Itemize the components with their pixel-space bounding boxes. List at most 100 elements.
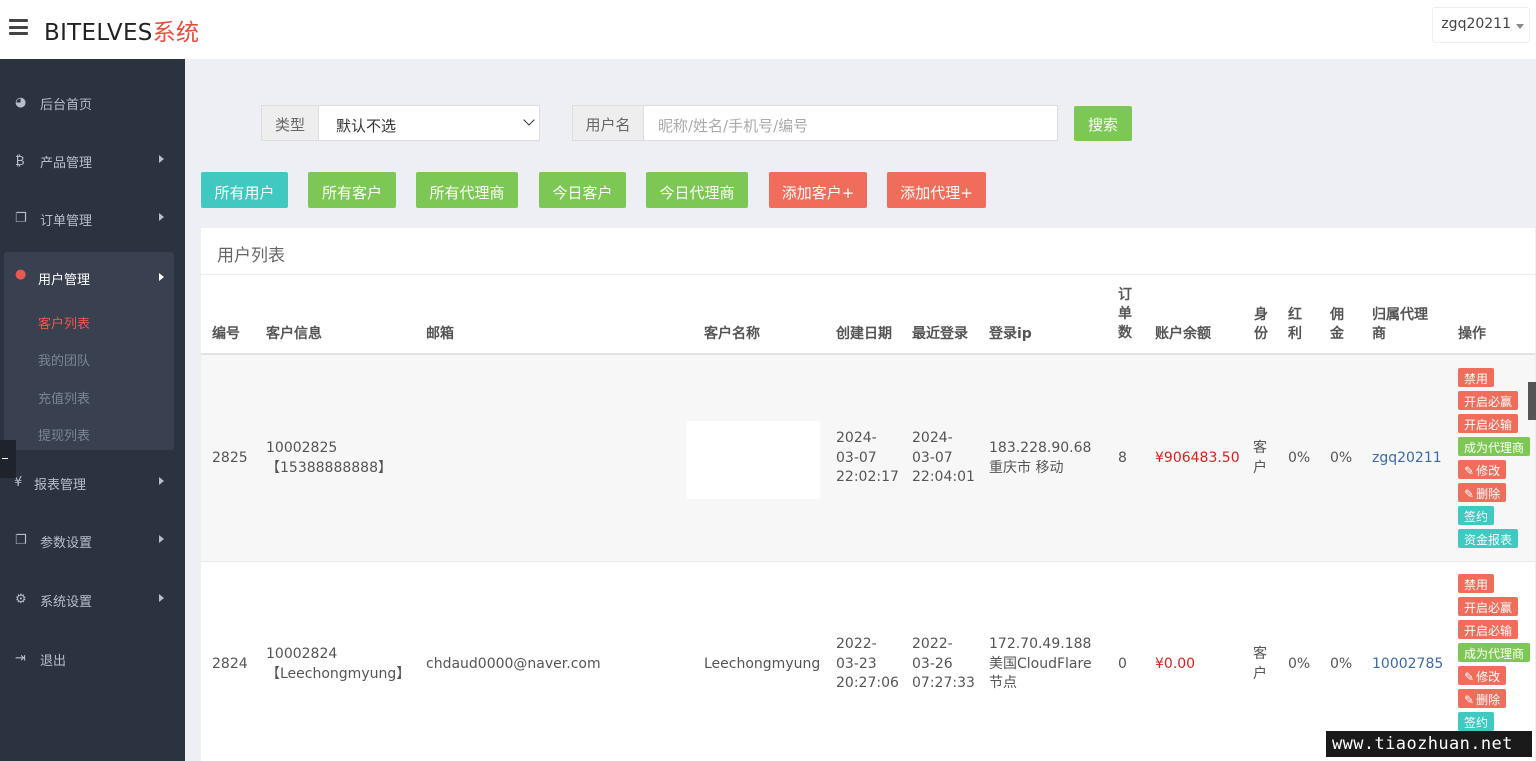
dashboard-icon: ◕ [15, 95, 27, 110]
hamburger-menu-icon[interactable] [9, 19, 28, 35]
sidebar-item-label: 退出 [40, 654, 67, 669]
sidebar-item-dashboard[interactable]: ◕ 后台首页 [0, 83, 185, 123]
cell-last-login: 2024- 03-07 22:04:01 [912, 430, 975, 485]
filter-today-agents-button[interactable]: 今日代理商 [646, 172, 748, 208]
filter-today-customers-button[interactable]: 今日客户 [539, 172, 626, 208]
sidebar-item-logout[interactable]: ⇥ 退出 [0, 639, 185, 679]
cell-info: 10002824 【Leechongmyung】 [266, 646, 411, 682]
search-button[interactable]: 搜索 [1074, 106, 1132, 141]
sidebar-item-params[interactable]: ❐ 参数设置 [0, 521, 185, 561]
bitcoin-icon: ₿ [15, 154, 25, 169]
avatar [686, 421, 820, 499]
col-header-last-login: 最近登录 [912, 326, 968, 342]
yen-icon: ¥ [14, 475, 23, 490]
caret-right-icon [159, 535, 164, 543]
caret-right-icon [159, 155, 164, 163]
user-dropdown[interactable]: zgq20211 [1432, 7, 1530, 43]
type-select[interactable]: 默认不选 [319, 105, 540, 141]
username-search-input[interactable]: 昵称/姓名/手机号/编号 [644, 105, 1058, 141]
pencil-icon: ✎ [1464, 693, 1475, 707]
edit-button[interactable]: ✎ 修改 [1458, 460, 1507, 479]
user-list-panel: 用户列表 编号 客户信息 邮箱 客户名称 创建日期 最近登录 登录ip 订 单 … [201, 228, 1535, 761]
edit-label: 修改 [1476, 670, 1501, 684]
brand-logo: BITELVES系统 [44, 13, 199, 47]
sidebar-item-reports[interactable]: ¥ 报表管理 [0, 463, 185, 503]
cell-agent-link[interactable]: 10002785 [1372, 655, 1443, 675]
caret-right-icon [159, 477, 164, 485]
sidebar-item-products[interactable]: ₿ 产品管理 [0, 141, 185, 181]
brand-suffix: 系统 [152, 20, 200, 46]
cell-bonus: 0% [1288, 656, 1311, 672]
sidebar-item-system[interactable]: ⚙ 系统设置 [0, 580, 185, 620]
cell-id: 2825 [212, 450, 248, 466]
sidebar-collapse-tab[interactable] [0, 440, 16, 478]
filter-all-agents-button[interactable]: 所有代理商 [416, 172, 518, 208]
sidebar-item-label: 参数设置 [40, 536, 93, 551]
sidebar-item-label: 用户管理 [38, 273, 91, 288]
type-label: 类型 [261, 105, 319, 141]
sidebar-item-orders[interactable]: ❐ 订单管理 [0, 199, 185, 239]
cell-balance: ¥906483.50 [1155, 450, 1240, 466]
col-header-commission: 佣 金 [1330, 307, 1344, 342]
cell-commission: 0% [1330, 656, 1353, 672]
cell-role: 客 户 [1253, 646, 1267, 682]
cell-agent-link[interactable]: zgq20211 [1372, 449, 1442, 469]
username-label: 用户名 [572, 105, 644, 141]
filter-all-users-button[interactable]: 所有用户 [201, 172, 288, 208]
sidebar-item-label: 产品管理 [40, 156, 93, 171]
sidebar-subitem-recharge[interactable]: 充值列表 [38, 388, 90, 407]
col-header-balance: 账户余额 [1155, 326, 1211, 342]
cell-commission: 0% [1330, 450, 1353, 466]
col-header-info: 客户信息 [266, 326, 322, 342]
sidebar-subitem-withdraw[interactable]: 提现列表 [38, 425, 90, 444]
user-name: zgq20211 [1441, 16, 1511, 32]
delete-label: 删除 [1476, 693, 1501, 707]
caret-right-icon [159, 594, 164, 602]
cell-bonus: 0% [1288, 450, 1311, 466]
copy-icon: ❐ [15, 533, 27, 548]
delete-button[interactable]: ✎ 删除 [1458, 483, 1507, 502]
add-customer-button[interactable]: 添加客户+ [769, 172, 867, 208]
force-lose-button[interactable]: 开启必输 [1458, 620, 1519, 639]
copy-icon: ❐ [15, 211, 27, 226]
pencil-icon: ✎ [1464, 487, 1475, 501]
make-agent-button[interactable]: 成为代理商 [1458, 437, 1531, 456]
sidebar-subitem-team[interactable]: 我的团队 [38, 350, 90, 369]
sidebar-group-users: ● 用户管理 客户列表 我的团队 充值列表 提现列表 [4, 252, 174, 450]
brand-text: BITELVES [44, 20, 153, 46]
cell-ip: 172.70.49.188 美国CloudFlare 节点 [989, 636, 1092, 691]
panel-title: 用户列表 [217, 246, 285, 266]
add-agent-button[interactable]: 添加代理+ [887, 172, 986, 208]
force-lose-button[interactable]: 开启必输 [1458, 414, 1519, 433]
sign-button[interactable]: 签约 [1458, 712, 1495, 731]
scroll-handle[interactable] [1528, 382, 1536, 420]
col-header-created: 创建日期 [836, 326, 892, 342]
cell-orders: 0 [1118, 656, 1127, 672]
caret-right-icon [159, 273, 164, 281]
delete-label: 删除 [1476, 487, 1501, 501]
cell-created: 2024- 03-07 22:02:17 [836, 430, 899, 485]
filter-all-customers-button[interactable]: 所有客户 [308, 172, 396, 208]
top-header: BITELVES系统 zgq20211 [0, 0, 1536, 59]
type-select-value: 默认不选 [336, 117, 397, 135]
col-header-ip: 登录ip [989, 326, 1032, 342]
cell-name: Leechongmyung [704, 656, 821, 672]
edit-button[interactable]: ✎ 修改 [1458, 666, 1507, 685]
force-win-button[interactable]: 开启必赢 [1458, 597, 1519, 616]
funds-report-button[interactable]: 资金报表 [1458, 529, 1519, 548]
sidebar-item-users[interactable]: ● 用户管理 [4, 252, 174, 298]
sign-button[interactable]: 签约 [1458, 506, 1495, 525]
cell-ip: 183.228.90.68 重庆市 移动 [989, 440, 1092, 476]
delete-button[interactable]: ✎ 删除 [1458, 689, 1507, 708]
sidebar-item-label: 报表管理 [34, 478, 87, 493]
cell-email: chdaud0000@naver.com [426, 656, 601, 672]
disable-button[interactable]: 禁用 [1458, 368, 1495, 387]
edit-label: 修改 [1476, 464, 1501, 478]
gears-icon: ⚙ [15, 592, 27, 607]
force-win-button[interactable]: 开启必赢 [1458, 391, 1519, 410]
col-header-name: 客户名称 [704, 326, 760, 342]
sidebar-subitem-customers[interactable]: 客户列表 [38, 313, 90, 332]
make-agent-button[interactable]: 成为代理商 [1458, 643, 1531, 662]
sign-out-icon: ⇥ [15, 651, 26, 666]
disable-button[interactable]: 禁用 [1458, 574, 1495, 593]
